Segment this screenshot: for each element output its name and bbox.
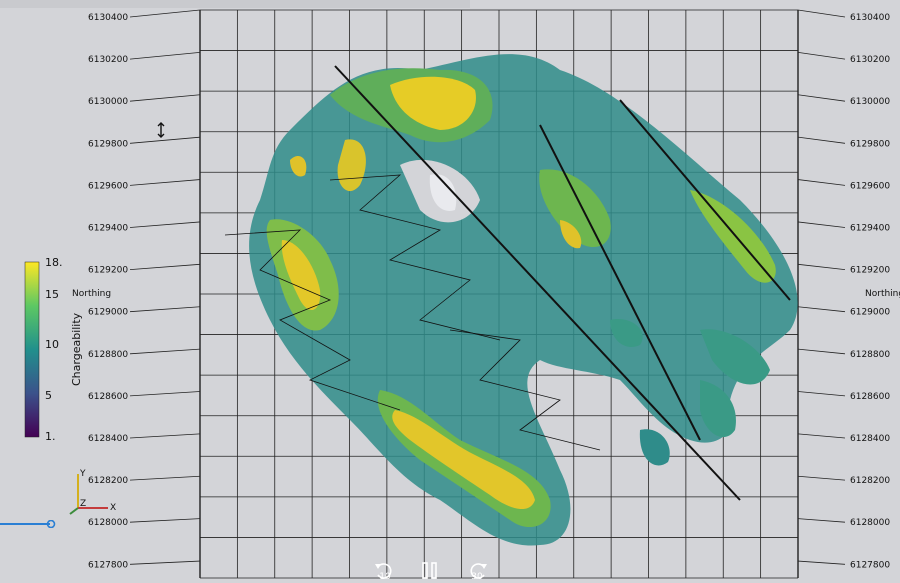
northing-tick-left: 6128000 bbox=[88, 518, 128, 528]
colorbar-tick-5: 5 bbox=[45, 389, 52, 402]
colorbar-gradient bbox=[24, 261, 40, 438]
northing-tick-right: 6130400 bbox=[850, 13, 890, 23]
northing-tick-right: 6128200 bbox=[850, 476, 890, 486]
northing-axis-title-right: Northing bbox=[865, 289, 900, 299]
rewind-seconds: 10 bbox=[379, 572, 391, 582]
northing-tick-left: 6130000 bbox=[88, 97, 128, 107]
chargeability-colorbar: 18. 15 10 5 1. Chargeability bbox=[24, 256, 83, 443]
forward-button[interactable]: 30 bbox=[464, 559, 490, 582]
northing-tick-left: 6130400 bbox=[88, 13, 128, 23]
axis-y-label: Y bbox=[79, 469, 86, 479]
colorbar-tick-18: 18. bbox=[45, 256, 63, 269]
northing-tick-left: 6129400 bbox=[88, 224, 128, 234]
pause-icon bbox=[422, 562, 437, 579]
northing-tick-right: 6129200 bbox=[850, 266, 890, 276]
chargeability-isosurface bbox=[249, 54, 798, 546]
northing-tick-left: 6128800 bbox=[88, 350, 128, 360]
resize-cursor-icon bbox=[157, 122, 165, 138]
northing-tick-right: 6129600 bbox=[850, 181, 890, 191]
northing-tick-right: 6130200 bbox=[850, 55, 890, 65]
colorbar-tick-15: 15 bbox=[45, 288, 59, 301]
northing-tick-left: 6128400 bbox=[88, 434, 128, 444]
northing-tick-right: 6130000 bbox=[850, 97, 890, 107]
northing-tick-right: 6128400 bbox=[850, 434, 890, 444]
northing-tick-left: 6127800 bbox=[88, 560, 128, 570]
northing-tick-right: 6129000 bbox=[850, 308, 890, 318]
northing-tick-right: 6128600 bbox=[850, 392, 890, 402]
northing-tick-left: 6128200 bbox=[88, 476, 128, 486]
colorbar-tick-1: 1. bbox=[45, 430, 56, 443]
3d-viewport[interactable]: 6130400 6130200 6130000 6129800 6129600 61294… bbox=[0, 0, 900, 583]
pause-button[interactable] bbox=[418, 559, 442, 581]
northing-axis-title-left: Northing bbox=[72, 289, 111, 299]
forward-seconds: 30 bbox=[471, 572, 483, 582]
colorbar-title: Chargeability bbox=[70, 312, 83, 386]
northing-tick-right: 6129400 bbox=[850, 224, 890, 234]
northing-tick-right: 6128000 bbox=[850, 518, 890, 528]
axis-x-label: X bbox=[110, 503, 116, 513]
northing-tick-right: 6127800 bbox=[850, 560, 890, 570]
playback-scrubber[interactable] bbox=[0, 520, 58, 528]
northing-tick-left: 6130200 bbox=[88, 55, 128, 65]
rewind-button[interactable]: 10 bbox=[372, 559, 398, 582]
northing-tick-left: 6129000 bbox=[88, 308, 128, 318]
northing-tick-left: 6129600 bbox=[88, 181, 128, 191]
axis-z-label: Z bbox=[80, 499, 86, 509]
colorbar-tick-10: 10 bbox=[45, 338, 59, 351]
northing-tick-left: 6128600 bbox=[88, 392, 128, 402]
northing-tick-left: 6129800 bbox=[88, 139, 128, 149]
northing-tick-left: 6129200 bbox=[88, 266, 128, 276]
northing-tick-right: 6128800 bbox=[850, 350, 890, 360]
northing-tick-right: 6129800 bbox=[850, 139, 890, 149]
